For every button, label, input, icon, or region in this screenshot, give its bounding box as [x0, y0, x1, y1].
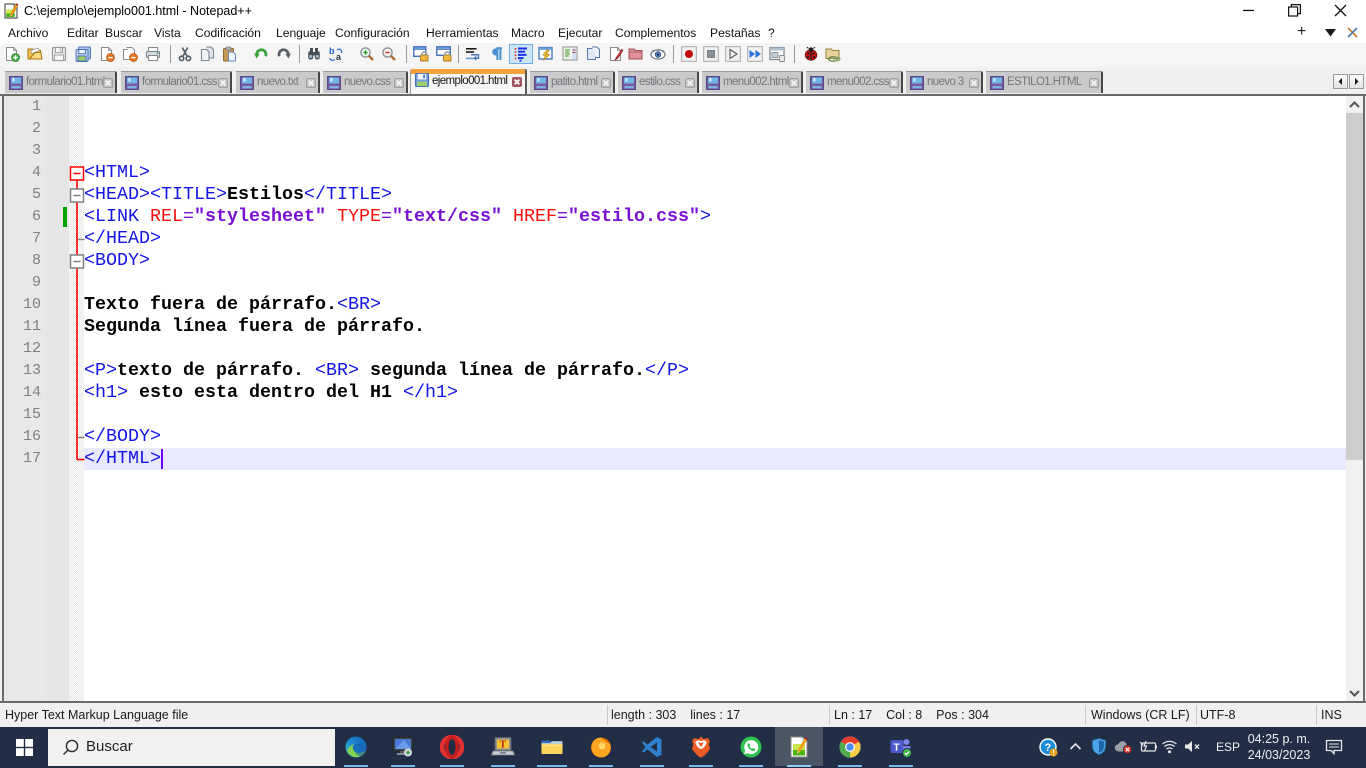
- svg-text:!: !: [1052, 749, 1055, 758]
- svg-text:a: a: [336, 52, 342, 62]
- svg-text:b: b: [329, 46, 335, 56]
- svg-text:T: T: [499, 740, 506, 751]
- svg-text:T: T: [894, 743, 900, 754]
